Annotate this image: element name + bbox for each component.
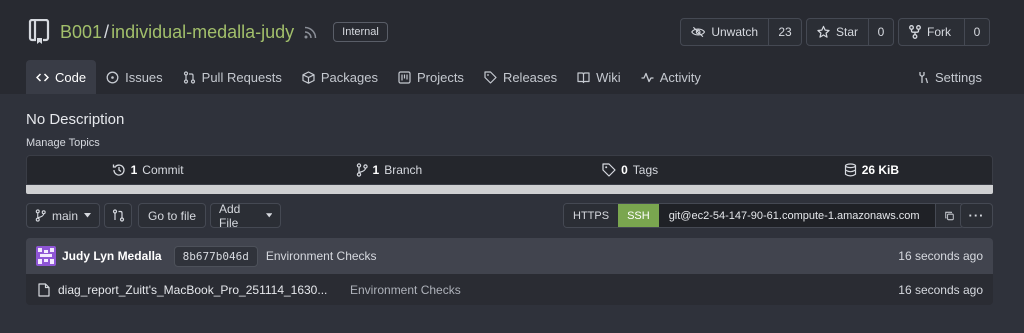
ssh-button[interactable]: SSH [618,204,659,227]
star-button[interactable]: Star [807,19,869,45]
commit-sha[interactable]: 8b677b046d [173,245,258,267]
https-button[interactable]: HTTPS [564,204,619,227]
repo-stats-bar: 1 Commit 1 Branch 0 Tags 26 KiB [26,155,993,185]
rss-icon[interactable] [304,26,317,39]
tag-icon [484,70,497,84]
branches-count: 1 [372,163,380,177]
eye-slash-icon [691,26,706,38]
pulse-icon [641,72,654,82]
pull-request-icon [183,70,195,84]
database-icon [844,163,856,177]
unwatch-button-group: Unwatch 23 [680,18,802,46]
repo-owner-link[interactable]: B001 [60,22,102,43]
history-icon [112,164,125,176]
list-item: diag_report_Zuitt's_MacBook_Pro_251114_1… [26,274,993,305]
tags-count: 0 [621,163,628,177]
book-icon [577,71,590,83]
repo-title: B001 / individual-medalla-judy Internal [28,18,388,46]
repo-header: B001 / individual-medalla-judy Internal … [0,0,1024,94]
package-icon [302,70,315,84]
project-icon [398,70,411,84]
issue-icon [106,71,119,83]
repo-description: No Description [26,111,125,128]
unwatch-button[interactable]: Unwatch [681,19,769,45]
tab-wiki[interactable]: Wiki [567,60,631,94]
settings-label: Settings [935,69,982,85]
commit-message[interactable]: Environment Checks [266,249,377,263]
tab-settings[interactable]: Settings [916,60,982,94]
star-label: Star [835,25,858,39]
visibility-badge: Internal [333,22,388,42]
fork-label: Fork [927,25,951,39]
size-value: 26 KiB [861,163,900,177]
code-icon [36,72,49,82]
stars-count[interactable]: 0 [869,19,893,45]
tag-icon [602,163,616,177]
tab-code[interactable]: Code [26,60,97,94]
latest-commit-bar: Judy Lyn Medalla 8b677b046d Environment … [26,238,993,274]
manage-topics-link[interactable]: Manage Topics [26,137,100,149]
fork-button-group: Fork 0 [898,18,990,46]
repo-name-link[interactable]: individual-medalla-judy [111,22,294,43]
unwatch-label: Unwatch [711,25,758,39]
branch-icon [35,209,46,222]
branch-icon [356,163,368,177]
path-separator: / [104,21,110,42]
size-stat: 26 KiB [751,163,992,177]
tab-packages[interactable]: Packages [292,60,388,94]
fork-button[interactable]: Fork [899,19,965,45]
commit-time: 16 seconds ago [898,249,983,263]
star-button-group: Star 0 [806,18,894,46]
compare-icon [112,209,124,222]
file-name-link[interactable]: diag_report_Zuitt's_MacBook_Pro_251114_1… [58,283,350,297]
more-actions-button[interactable]: ··· [960,203,993,228]
tab-projects[interactable]: Projects [388,60,474,94]
tab-label: Packages [320,69,378,85]
watchers-count[interactable]: 23 [769,19,801,45]
tags-label: Tags [632,163,659,177]
commits-label: Commit [142,163,184,177]
branches-stat[interactable]: 1 Branch [268,163,509,177]
tab-releases[interactable]: Releases [474,60,567,94]
branch-name: main [51,208,78,223]
forks-count[interactable]: 0 [965,19,989,45]
add-file-button[interactable]: Add File [210,201,281,230]
language-bar [26,185,993,194]
file-icon [38,282,50,297]
copy-url-button[interactable] [934,204,963,227]
tab-label: Activity [659,69,701,85]
tab-label: Pull Requests [201,69,282,85]
branches-label: Branch [384,163,423,177]
commit-author[interactable]: Judy Lyn Medalla [62,249,162,263]
clone-url-input[interactable]: git@ec2-54-147-90-61.compute-1.amazonaws… [658,204,935,227]
clone-panel: HTTPS SSH git@ec2-54-147-90-61.compute-1… [563,203,964,228]
tools-icon [919,71,929,83]
repo-icon [28,19,50,44]
tab-label: Projects [416,69,464,85]
chevron-down-icon [84,213,91,218]
copy-icon [944,211,954,220]
repo-tabs: Code Issues Pull Requests Packages Proje… [26,60,711,94]
chevron-down-icon [265,213,272,218]
avatar[interactable] [36,246,56,266]
fork-icon [909,25,921,39]
file-commit-message[interactable]: Environment Checks [350,283,461,297]
tab-label: Code [55,69,87,85]
commits-stat[interactable]: 1 Commit [27,163,268,177]
file-commit-time: 16 seconds ago [898,282,983,297]
tab-issues[interactable]: Issues [96,60,173,94]
tab-label: Releases [502,69,558,85]
branch-selector[interactable]: main [26,203,100,228]
tab-label: Issues [125,69,163,85]
tab-activity[interactable]: Activity [631,60,711,94]
tags-stat[interactable]: 0 Tags [510,163,751,177]
compare-button[interactable] [104,203,132,228]
star-icon [817,25,830,38]
tab-pull-requests[interactable]: Pull Requests [173,60,292,94]
add-file-label: Add File [219,201,241,230]
commits-count: 1 [130,163,138,177]
tab-label: Wiki [596,69,621,85]
go-to-file-button[interactable]: Go to file [138,203,206,228]
